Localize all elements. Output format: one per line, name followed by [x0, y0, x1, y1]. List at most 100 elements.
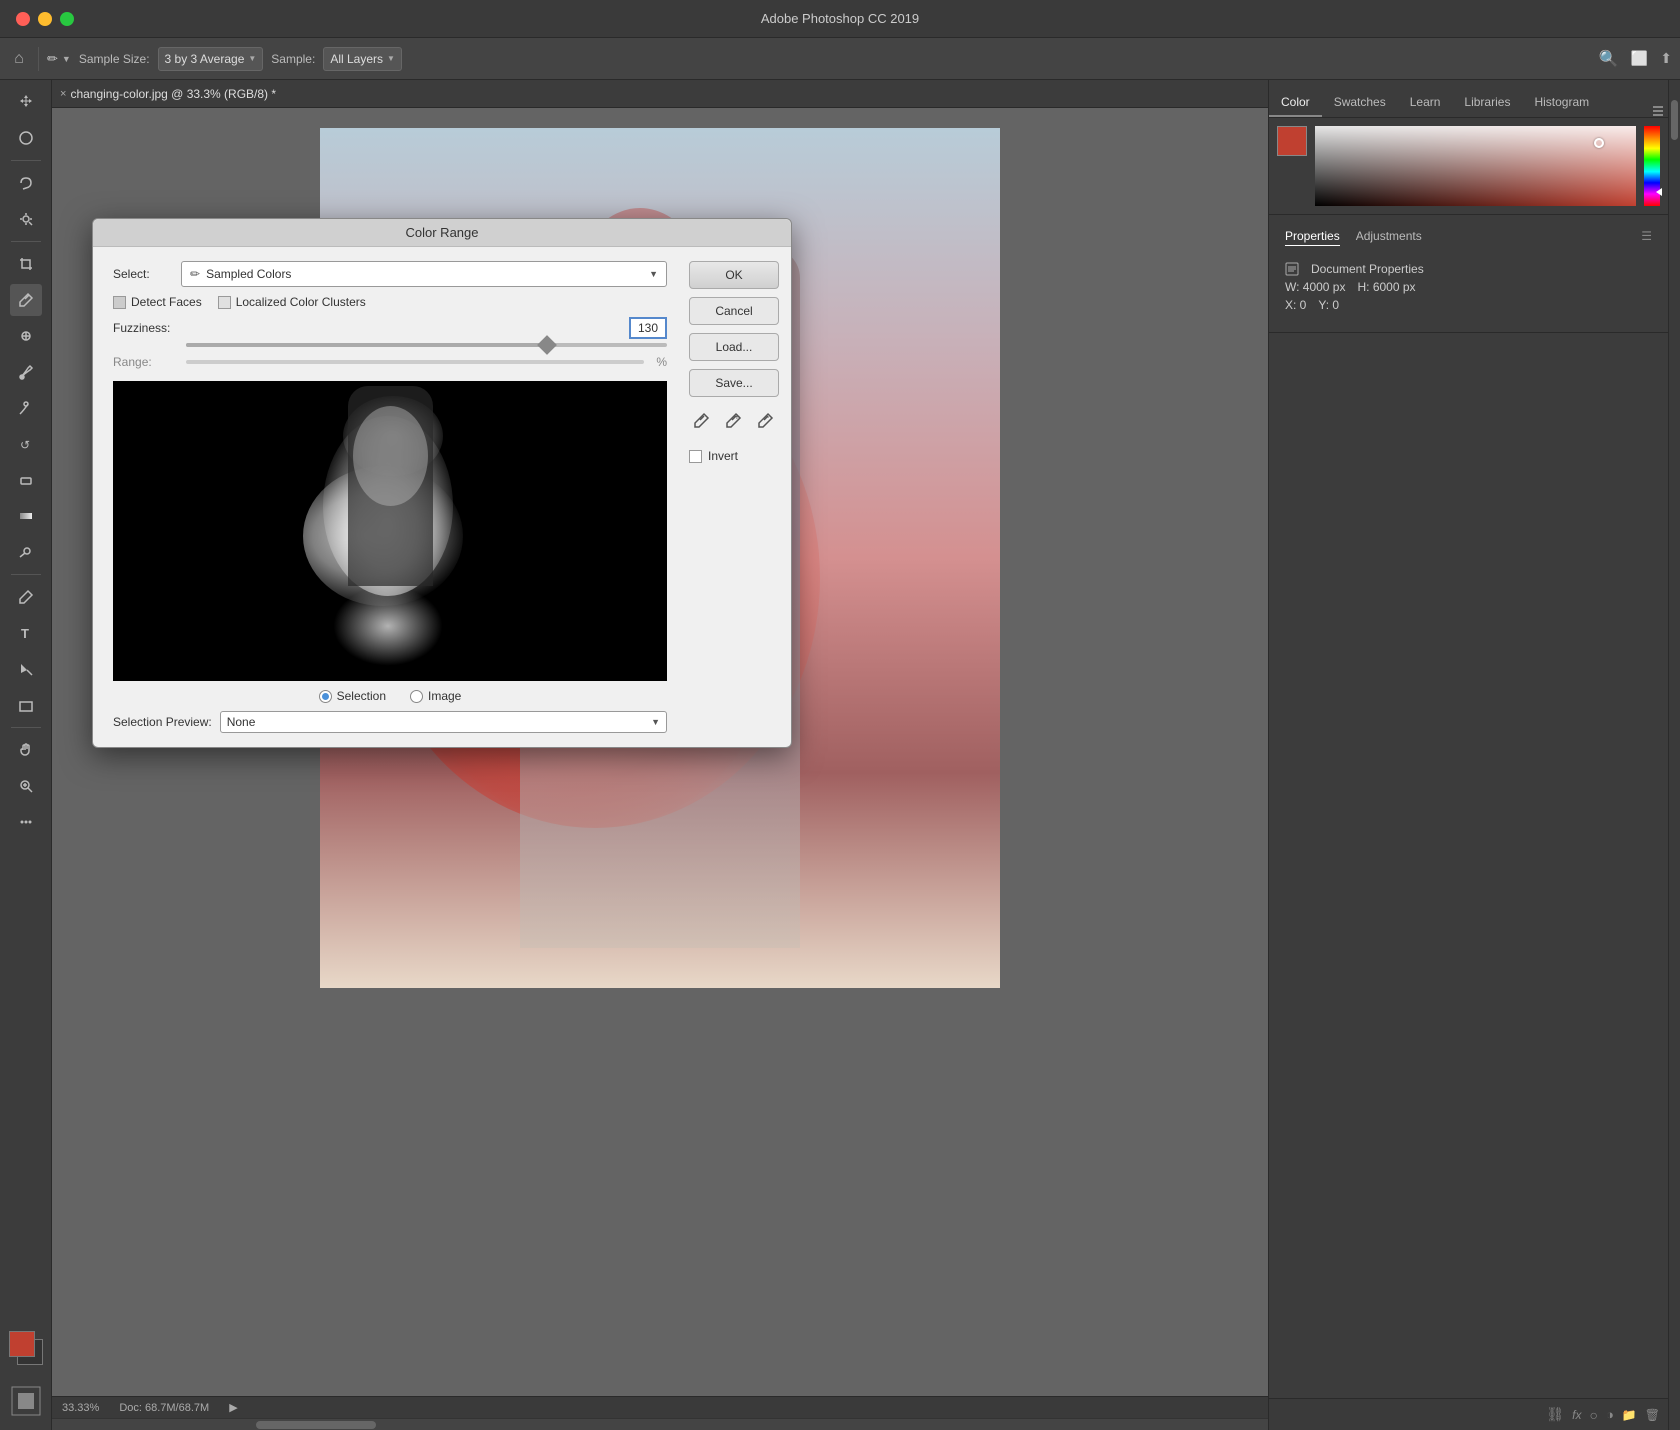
delete-icon[interactable]: 🗑	[1645, 1408, 1660, 1422]
range-slider-track[interactable]	[186, 360, 644, 364]
doc-props-header-row: Document Properties	[1285, 262, 1652, 276]
minimize-button[interactable]	[38, 12, 52, 26]
color-range-dialog-window: Color Range Select: ✏ S	[92, 218, 792, 748]
save-button[interactable]: Save...	[689, 369, 779, 397]
sample-size-dropdown[interactable]: 3 by 3 Average ▼	[158, 47, 264, 71]
picker-icons: + -	[689, 409, 777, 433]
home-button[interactable]: ⌂	[8, 48, 30, 70]
hue-slider[interactable]	[1644, 126, 1660, 206]
add-picker-icon[interactable]: +	[721, 409, 745, 433]
ok-button[interactable]: OK	[689, 261, 779, 289]
foreground-color-swatch[interactable]	[9, 1331, 35, 1357]
clone-stamp-tool[interactable]	[10, 392, 42, 424]
tab-libraries[interactable]: Libraries	[1452, 89, 1522, 117]
tab-close-button[interactable]: ×	[60, 88, 66, 100]
maximize-button[interactable]	[60, 12, 74, 26]
tool-separator-4	[11, 727, 41, 728]
path-select-tool[interactable]	[10, 653, 42, 685]
detect-faces-checkbox[interactable]	[113, 296, 126, 309]
scrollbar-thumb-h[interactable]	[256, 1421, 376, 1429]
new-group-icon[interactable]: 📁	[1622, 1408, 1637, 1422]
x-label: X: 0	[1285, 298, 1306, 312]
fuzziness-input[interactable]: 130	[629, 317, 667, 339]
quick-mask-mode[interactable]	[10, 1385, 42, 1420]
sample-dropdown[interactable]: All Layers ▼	[323, 47, 402, 71]
scrollbar-thumb-v[interactable]	[1671, 100, 1678, 140]
extras-tool[interactable]	[10, 806, 42, 838]
brush-tool[interactable]	[10, 356, 42, 388]
color-gradient-field[interactable]	[1315, 126, 1636, 206]
fuzziness-slider-row	[113, 343, 667, 347]
traffic-lights	[16, 12, 74, 26]
dialog-body: Select: ✏ Sampled Colors ▼	[93, 247, 791, 747]
y-label: Y: 0	[1318, 298, 1339, 312]
dialog-title-bar: Color Range	[93, 219, 791, 247]
svg-text:+: +	[734, 412, 740, 423]
vertical-scrollbar[interactable]	[1668, 80, 1680, 1430]
fuzziness-slider-track[interactable]	[186, 343, 667, 347]
horizontal-scrollbar[interactable]	[52, 1418, 1268, 1430]
eyedropper-tool-left[interactable]	[10, 284, 42, 316]
color-picker-area	[1277, 126, 1660, 206]
hand-tool[interactable]	[10, 734, 42, 766]
cancel-button[interactable]: Cancel	[689, 297, 779, 325]
subtract-picker-icon[interactable]: -	[753, 409, 777, 433]
gradient-tool[interactable]	[10, 500, 42, 532]
quick-select-tool[interactable]	[10, 203, 42, 235]
eyedropper-tool[interactable]: ✏ ▼	[47, 51, 71, 67]
dodge-tool[interactable]	[10, 536, 42, 568]
lasso-tool[interactable]	[10, 167, 42, 199]
adjustments-tab[interactable]: Adjustments	[1356, 229, 1422, 246]
properties-tab[interactable]: Properties	[1285, 229, 1340, 246]
select-arrow: ▼	[649, 269, 658, 279]
zoom-tool[interactable]	[10, 770, 42, 802]
panel-collapse-icon[interactable]	[1652, 105, 1664, 117]
heal-tool[interactable]	[10, 320, 42, 352]
select-dropdown[interactable]: ✏ Sampled Colors ▼	[181, 261, 667, 287]
load-button[interactable]: Load...	[689, 333, 779, 361]
fx-icon[interactable]: fx	[1572, 1408, 1581, 1422]
link-icon[interactable]: ⛓	[1546, 1406, 1564, 1423]
fullscreen-icon[interactable]: ⬜	[1631, 50, 1648, 67]
move-tool[interactable]	[10, 86, 42, 118]
pen-tool[interactable]	[10, 581, 42, 613]
add-layer-mask-icon[interactable]: ○	[1589, 1407, 1597, 1423]
foreground-color-preview[interactable]	[1277, 126, 1307, 156]
selection-radio[interactable]	[319, 690, 332, 703]
tab-swatches[interactable]: Swatches	[1322, 89, 1398, 117]
sample-size-value: 3 by 3 Average	[165, 52, 245, 66]
tab-histogram[interactable]: Histogram	[1522, 89, 1601, 117]
history-brush-tool[interactable]: ↺	[10, 428, 42, 460]
tool-separator-2	[11, 241, 41, 242]
image-radio-item[interactable]: Image	[410, 689, 461, 703]
selection-radio-label: Selection	[337, 689, 386, 703]
selection-preview-label: Selection Preview:	[113, 715, 212, 729]
search-icon[interactable]: 🔍	[1599, 49, 1619, 69]
crop-tool[interactable]	[10, 248, 42, 280]
select-tool[interactable]	[10, 122, 42, 154]
tab-color[interactable]: Color	[1269, 89, 1322, 117]
invert-checkbox[interactable]	[689, 450, 702, 463]
select-label: Select:	[113, 267, 173, 281]
canvas-container[interactable]: Color Range Select: ✏ S	[52, 108, 1268, 1396]
close-button[interactable]	[16, 12, 30, 26]
sample-label: Sample:	[271, 52, 315, 66]
selection-preview-dropdown[interactable]: None ▼	[220, 711, 667, 733]
eraser-tool[interactable]	[10, 464, 42, 496]
panel-menu-icon[interactable]: ☰	[1641, 229, 1652, 246]
selection-radio-item[interactable]: Selection	[319, 689, 386, 703]
dialog-main: Select: ✏ Sampled Colors ▼	[93, 247, 681, 747]
dialog-buttons: OK Cancel Load... Save...	[681, 247, 791, 747]
eyedropper-picker-icon[interactable]	[689, 409, 713, 433]
image-radio[interactable]	[410, 690, 423, 703]
share-icon[interactable]: ⬆	[1660, 50, 1672, 67]
shape-tool[interactable]	[10, 689, 42, 721]
color-swatches-container	[5, 1331, 47, 1381]
title-bar: Adobe Photoshop CC 2019	[0, 0, 1680, 38]
localized-clusters-checkbox[interactable]	[218, 296, 231, 309]
range-row: Range: %	[113, 355, 667, 369]
fill-icon[interactable]: ◑	[1606, 1407, 1614, 1422]
range-label: Range:	[113, 355, 178, 369]
text-tool[interactable]: T	[10, 617, 42, 649]
tab-learn[interactable]: Learn	[1398, 89, 1453, 117]
